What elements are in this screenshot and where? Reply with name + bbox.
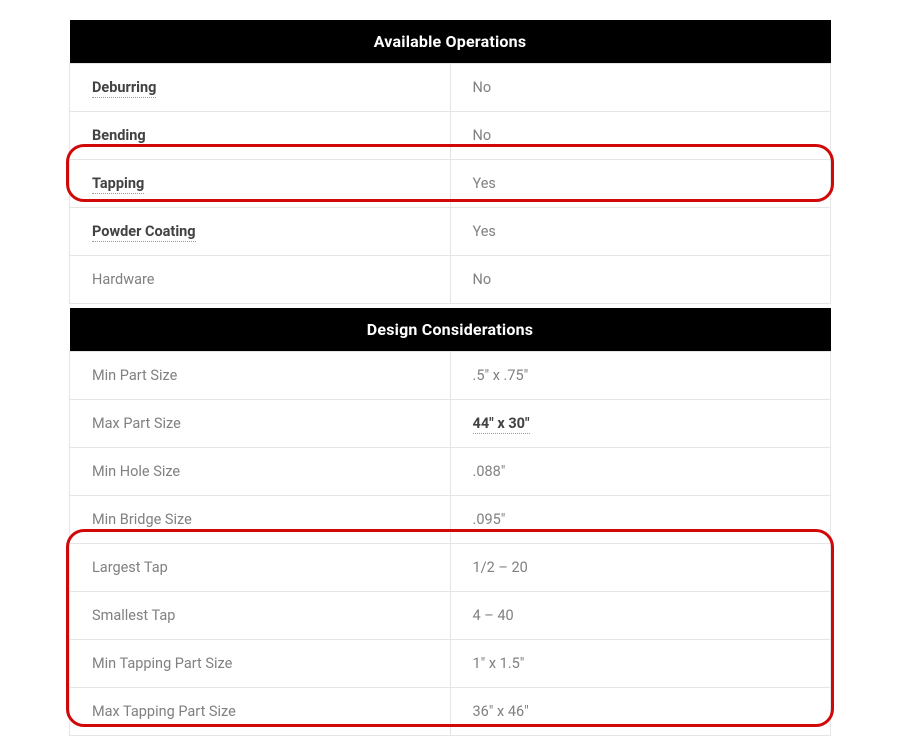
operation-label: Powder Coating	[92, 223, 196, 242]
design-header-row: Design Considerations	[70, 308, 831, 352]
table-row: Min Hole Size .088"	[70, 448, 831, 496]
operation-value: No	[450, 256, 831, 304]
design-value: .095"	[450, 496, 831, 544]
design-label: Largest Tap	[70, 544, 451, 592]
operation-label: Hardware	[70, 256, 451, 304]
operation-value: Yes	[450, 160, 831, 208]
design-value: .5" x .75"	[450, 352, 831, 400]
operation-label: Bending	[92, 127, 146, 146]
design-value: 4 – 40	[450, 592, 831, 640]
design-value: 36" x 46"	[450, 688, 831, 736]
table-row: Bending No	[70, 112, 831, 160]
operations-header-row: Available Operations	[70, 20, 831, 64]
design-label: Min Bridge Size	[70, 496, 451, 544]
design-label: Max Tapping Part Size	[70, 688, 451, 736]
table-row: Deburring No	[70, 64, 831, 112]
table-row: Min Part Size .5" x .75"	[70, 352, 831, 400]
operations-table: Available Operations Deburring No Bendin…	[69, 20, 831, 304]
table-row: Min Tapping Part Size 1" x 1.5"	[70, 640, 831, 688]
table-row: Max Tapping Part Size 36" x 46"	[70, 688, 831, 736]
design-label: Max Part Size	[70, 400, 451, 448]
operation-label: Deburring	[92, 79, 156, 98]
design-title: Design Considerations	[70, 308, 831, 352]
table-row: Smallest Tap 4 – 40	[70, 592, 831, 640]
design-value: .088"	[450, 448, 831, 496]
design-label: Min Part Size	[70, 352, 451, 400]
operation-label: Tapping	[92, 175, 144, 194]
operations-title: Available Operations	[70, 20, 831, 64]
table-row: Largest Tap 1/2 – 20	[70, 544, 831, 592]
design-label: Min Tapping Part Size	[70, 640, 451, 688]
page-container: Available Operations Deburring No Bendin…	[69, 20, 831, 736]
table-row: Powder Coating Yes	[70, 208, 831, 256]
table-row: Max Part Size 44" x 30"	[70, 400, 831, 448]
table-row: Tapping Yes	[70, 160, 831, 208]
design-value: 44" x 30"	[473, 415, 530, 434]
operation-value: No	[450, 64, 831, 112]
design-table: Design Considerations Min Part Size .5" …	[69, 308, 831, 736]
operation-value: Yes	[450, 208, 831, 256]
design-label: Min Hole Size	[70, 448, 451, 496]
table-row: Min Bridge Size .095"	[70, 496, 831, 544]
design-label: Smallest Tap	[70, 592, 451, 640]
design-value: 1" x 1.5"	[450, 640, 831, 688]
operation-value: No	[450, 112, 831, 160]
table-row: Hardware No	[70, 256, 831, 304]
design-value: 1/2 – 20	[450, 544, 831, 592]
